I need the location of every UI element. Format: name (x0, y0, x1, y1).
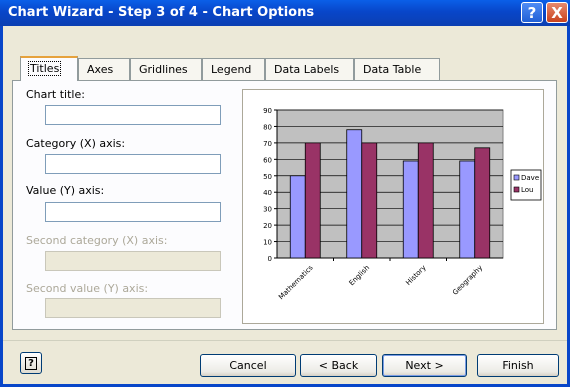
help-button[interactable]: ? (20, 352, 42, 374)
category-x-axis-input[interactable] (45, 154, 221, 174)
tab-label: Titles (27, 61, 62, 76)
y-tick-label: 40 (263, 189, 272, 197)
y-tick-label: 0 (268, 255, 272, 263)
y-tick-label: 10 (263, 239, 272, 247)
tab-legend[interactable]: Legend (202, 58, 265, 80)
finish-button[interactable]: Finish (477, 354, 559, 377)
close-button[interactable]: X (546, 2, 568, 23)
bar (474, 147, 491, 259)
legend-label: Lou (521, 186, 534, 194)
second-value-y-axis-input (45, 298, 221, 318)
tab-label: Gridlines (139, 63, 188, 76)
chart-svg: 0 10 20 30 40 50 60 70 80 90 Mathematics English His… (263, 107, 542, 302)
tab-titles[interactable]: Titles (20, 56, 78, 81)
value-y-axis-label: Value (Y) axis: (26, 184, 105, 197)
window-title: Chart Wizard - Step 3 of 4 - Chart Optio… (8, 5, 315, 20)
close-icon: X (551, 3, 563, 22)
tab-gridlines[interactable]: Gridlines (130, 58, 202, 80)
second-category-x-axis-input (45, 251, 221, 271)
x-tick-label: Mathematics (277, 264, 315, 302)
bar (459, 160, 476, 259)
bar (417, 142, 434, 259)
tab-data-labels[interactable]: Data Labels (265, 58, 354, 80)
bar (361, 142, 378, 259)
second-category-x-axis-label: Second category (X) axis: (26, 234, 168, 247)
footer-separator (3, 340, 567, 341)
chart-title-label: Chart title: (26, 88, 85, 101)
x-tick-label: Geography (451, 264, 484, 297)
tab-data-table[interactable]: Data Table (354, 58, 440, 80)
chart-title-input[interactable] (45, 105, 221, 125)
bar (346, 129, 363, 259)
y-tick-label: 80 (263, 123, 272, 131)
second-value-y-axis-label: Second value (Y) axis: (26, 282, 149, 295)
tab-label: Data Labels (274, 63, 340, 76)
tab-label: Legend (211, 63, 252, 76)
next-button[interactable]: Next > (382, 354, 467, 377)
chart-preview: 0 10 20 30 40 50 60 70 80 90 Mathematics English His… (242, 89, 544, 324)
y-tick-label: 60 (263, 156, 272, 164)
y-tick-label: 20 (263, 222, 272, 230)
legend-swatch (513, 174, 520, 181)
category-x-axis-label: Category (X) axis: (26, 137, 126, 150)
cancel-button[interactable]: Cancel (200, 354, 296, 377)
y-tick-label: 70 (263, 140, 272, 148)
question-icon: ? (527, 3, 537, 22)
legend-label: Dave (521, 174, 539, 182)
y-tick-label: 90 (263, 107, 272, 115)
back-button[interactable]: < Back (300, 354, 377, 377)
tab-label: Axes (87, 63, 114, 76)
question-icon: ? (25, 356, 37, 370)
x-tick-label: English (348, 264, 372, 288)
help-title-button[interactable]: ? (521, 2, 543, 23)
tab-label: Data Table (363, 63, 422, 76)
legend-swatch (513, 186, 520, 193)
bar (289, 175, 306, 259)
x-tick-label: History (404, 264, 427, 287)
title-bar: Chart Wizard - Step 3 of 4 - Chart Optio… (0, 0, 570, 26)
tab-axes[interactable]: Axes (78, 58, 130, 80)
y-tick-label: 50 (263, 173, 272, 181)
value-y-axis-input[interactable] (45, 202, 221, 222)
bar (402, 160, 419, 259)
bar (304, 142, 321, 259)
y-tick-label: 30 (263, 206, 272, 214)
